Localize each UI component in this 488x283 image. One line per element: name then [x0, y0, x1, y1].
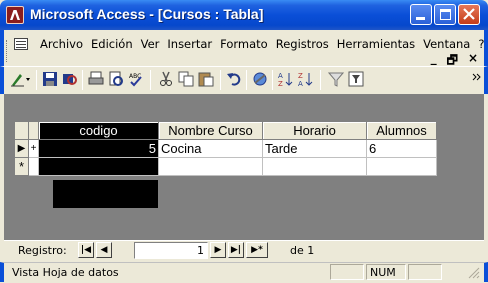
cell-codigo-new[interactable] — [38, 157, 159, 176]
svg-text:Z: Z — [298, 72, 303, 80]
svg-text:A: A — [278, 72, 283, 80]
cell-alumnos[interactable]: 6 — [366, 139, 437, 158]
menu-ventana[interactable]: Ventana — [419, 37, 474, 51]
previous-record-button[interactable]: ◀ — [96, 242, 112, 258]
sort-descending-icon[interactable]: ZA — [298, 71, 314, 88]
print-icon[interactable] — [88, 71, 104, 87]
print-preview-icon[interactable] — [108, 71, 124, 87]
menu-archivo[interactable]: Archivo — [36, 37, 87, 51]
copy-icon[interactable] — [178, 71, 194, 87]
record-label: Registro: — [18, 244, 67, 257]
cell-nombre-curso[interactable]: Cocina — [158, 139, 263, 158]
search-icon[interactable] — [62, 71, 78, 87]
cell-horario[interactable]: Tarde — [262, 139, 367, 158]
cell-horario-new[interactable] — [262, 157, 367, 176]
column-header-codigo[interactable]: codigo — [38, 121, 159, 140]
toolbar-separator — [150, 70, 151, 90]
design-view-icon[interactable] — [10, 71, 30, 87]
toolbar-separator — [272, 70, 273, 90]
menu-edicion[interactable]: Edición — [87, 37, 137, 51]
toolbar-separator — [220, 70, 221, 90]
filter-by-form-icon[interactable] — [348, 71, 364, 87]
corner-selector[interactable] — [14, 121, 29, 140]
record-selector[interactable]: ▶ — [14, 139, 29, 158]
cell-nombre-curso-new[interactable] — [158, 157, 263, 176]
next-record-button[interactable]: ▶ — [210, 242, 226, 258]
first-record-button[interactable]: |◀ — [78, 242, 94, 258]
filter-icon[interactable] — [327, 71, 345, 87]
column-header-horario[interactable]: Horario — [262, 121, 367, 140]
cell-alumnos-new[interactable] — [366, 157, 437, 176]
column-header-nombre-curso[interactable]: Nombre Curso — [158, 121, 263, 140]
maximize-button[interactable] — [434, 4, 456, 25]
menu-insertar[interactable]: Insertar — [163, 37, 216, 51]
num-lock-indicator: NUM — [370, 266, 396, 279]
spelling-icon[interactable]: ABC — [128, 71, 144, 87]
save-icon[interactable] — [42, 71, 58, 87]
record-navigation-bar — [4, 240, 484, 262]
menu-formato[interactable]: Formato — [216, 37, 272, 51]
table-row[interactable]: ▶ + 5 Cocina Tarde 6 — [14, 139, 437, 158]
menu-ver[interactable]: Ver — [137, 37, 164, 51]
new-record-selector[interactable]: * — [14, 157, 29, 176]
new-record-button[interactable]: ▶* — [246, 242, 268, 258]
toolbar-separator — [82, 70, 83, 90]
status-panel — [408, 264, 442, 280]
access-app-icon[interactable] — [6, 6, 24, 24]
sort-ascending-icon[interactable]: AZ — [278, 71, 294, 88]
minimize-button[interactable] — [410, 4, 432, 25]
undo-icon[interactable] — [226, 71, 242, 87]
menu-grip[interactable] — [6, 40, 9, 62]
menu-items: Archivo Edición Ver Insertar Formato Reg… — [36, 37, 488, 51]
toolbar-separator — [246, 70, 247, 90]
toolbar-separator — [36, 70, 37, 90]
expander-header — [28, 121, 39, 140]
selected-column-fill — [53, 180, 158, 208]
expand-icon[interactable]: + — [28, 139, 39, 158]
record-total: de 1 — [290, 244, 315, 257]
menu-help[interactable]: ? — [474, 37, 488, 51]
table-window-icon[interactable] — [14, 38, 28, 50]
status-panel — [330, 264, 364, 280]
current-record-input[interactable]: 1 — [134, 242, 208, 259]
cut-icon[interactable] — [158, 71, 174, 87]
paste-icon[interactable] — [198, 71, 214, 87]
menu-registros[interactable]: Registros — [272, 37, 333, 51]
column-header-alumnos[interactable]: Alumnos — [366, 121, 437, 140]
hyperlink-icon[interactable] — [252, 71, 268, 87]
toolbar-separator — [320, 70, 321, 90]
last-record-button[interactable]: ▶| — [228, 242, 244, 258]
svg-text:Z: Z — [278, 80, 283, 87]
svg-text:A: A — [298, 80, 303, 87]
more-icon[interactable] — [472, 71, 482, 87]
datasheet-area — [4, 94, 484, 260]
cell-codigo[interactable]: 5 — [38, 139, 159, 158]
view-mode-status: Vista Hoja de datos — [12, 266, 119, 279]
window-title: Microsoft Access - [Cursos : Tabla] — [30, 6, 264, 22]
expand-cell — [28, 157, 39, 176]
resize-grip-icon[interactable] — [466, 264, 480, 279]
new-record-row[interactable]: * — [14, 157, 437, 176]
datasheet-grid: codigo Nombre Curso Horario Alumnos ▶ + … — [14, 121, 437, 176]
close-button[interactable] — [458, 4, 480, 25]
menu-herramientas[interactable]: Herramientas — [333, 37, 419, 51]
